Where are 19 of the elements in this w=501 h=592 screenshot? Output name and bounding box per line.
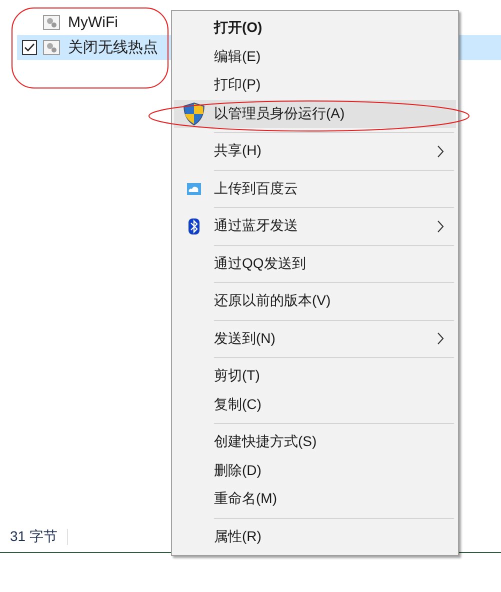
menu-label: 打开(O): [214, 19, 262, 38]
menu-label: 打印(P): [214, 76, 261, 94]
menu-label: 创建快捷方式(S): [214, 433, 317, 452]
menu-label: 还原以前的版本(V): [214, 292, 331, 310]
file-name: 关闭无线热点: [68, 38, 158, 57]
menu-label: 通过蓝牙发送: [214, 217, 298, 236]
menu-label: 发送到(N): [214, 330, 276, 348]
menu-label: 重命名(M): [214, 490, 277, 508]
menu-label: 通过QQ发送到: [214, 254, 306, 273]
file-name: MyWiFi: [68, 14, 118, 31]
status-text: 31 字节: [10, 528, 58, 546]
menu-label: 以管理员身份运行(A): [214, 104, 345, 123]
menu-label: 复制(C): [214, 396, 262, 414]
menu-label: 剪切(T): [214, 367, 260, 386]
menu-label: 删除(D): [214, 462, 262, 480]
menu-label: 上传到百度云: [214, 180, 298, 198]
menu-label: 属性(R): [214, 528, 262, 546]
menu-label: 编辑(E): [214, 48, 261, 66]
menu-label: 共享(H): [214, 142, 262, 160]
